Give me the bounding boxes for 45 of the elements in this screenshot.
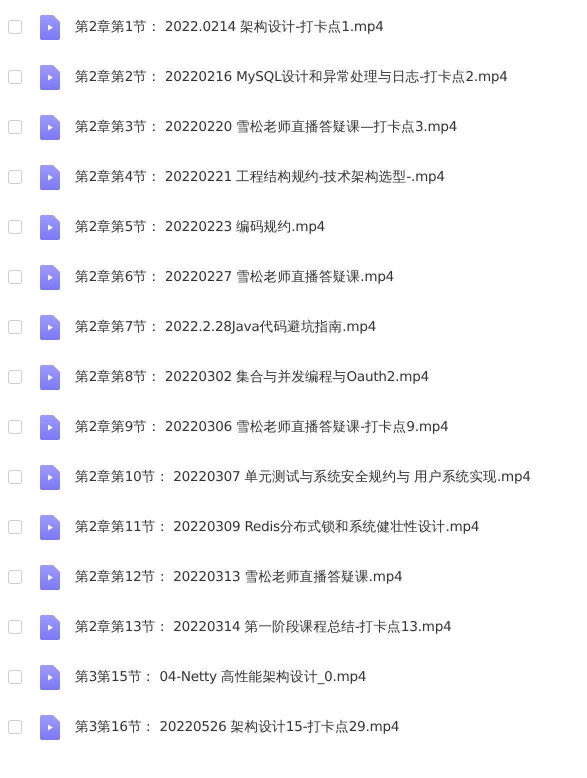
file-name[interactable]: 第2章第9节： 20220306 雪松老师直播答疑课-打卡点9.mp4 [75,418,449,436]
checkbox[interactable] [8,720,22,734]
file-name[interactable]: 第2章第3节： 20220220 雪松老师直播答疑课—打卡点3.mp4 [75,118,458,136]
checkbox[interactable] [8,470,22,484]
checkbox[interactable] [8,220,22,234]
video-file-icon [40,714,60,740]
file-name[interactable]: 第2章第13节： 20220314 第一阶段课程总结-打卡点13.mp4 [75,618,452,636]
video-file-icon [40,364,60,390]
checkbox[interactable] [8,670,22,684]
video-file-icon [40,114,60,140]
video-file-icon [40,414,60,440]
file-name[interactable]: 第2章第6节： 20220227 雪松老师直播答疑课.mp4 [75,268,394,286]
video-file-icon [40,164,60,190]
video-file-icon [40,564,60,590]
file-name[interactable]: 第2章第1节： 2022.0214 架构设计-打卡点1.mp4 [75,18,384,36]
checkbox[interactable] [8,120,22,134]
file-name[interactable]: 第2章第8节： 20220302 集合与并发编程与Oauth2.mp4 [75,368,429,386]
video-file-icon [40,464,60,490]
file-name[interactable]: 第2章第2节： 20220216 MySQL设计和异常处理与日志-打卡点2.mp4 [75,68,508,86]
checkbox[interactable] [8,570,22,584]
file-name[interactable]: 第3第15节： 04-Netty 高性能架构设计_0.mp4 [75,668,366,686]
file-name[interactable]: 第2章第12节： 20220313 雪松老师直播答疑课.mp4 [75,568,402,586]
checkbox[interactable] [8,620,22,634]
video-file-icon [40,14,60,40]
file-name[interactable]: 第3第16节： 20220526 架构设计15-打卡点29.mp4 [75,718,400,736]
file-name[interactable]: 第2章第5节： 20220223 编码规约.mp4 [75,218,326,236]
file-name[interactable]: 第2章第7节： 2022.2.28Java代码避坑指南.mp4 [75,318,376,336]
video-file-icon [40,264,60,290]
video-file-icon [40,314,60,340]
checkbox[interactable] [8,70,22,84]
checkbox[interactable] [8,370,22,384]
file-name[interactable]: 第2章第11节： 20220309 Redis分布式锁和系统健壮性设计.mp4 [75,518,480,536]
checkbox[interactable] [8,420,22,434]
video-file-icon [40,64,60,90]
video-file-icon [40,214,60,240]
video-file-icon [40,664,60,690]
file-name[interactable]: 第2章第10节： 20220307 单元测试与系统安全规约与 用户系统实现.mp4 [75,468,531,486]
checkbox[interactable] [8,320,22,334]
video-file-icon [40,614,60,640]
video-file-icon [40,514,60,540]
checkbox[interactable] [8,170,22,184]
checkbox[interactable] [8,270,22,284]
checkbox[interactable] [8,20,22,34]
file-name[interactable]: 第2章第4节： 20220221 工程结构规约-技术架构选型-.mp4 [75,168,445,186]
checkbox[interactable] [8,520,22,534]
